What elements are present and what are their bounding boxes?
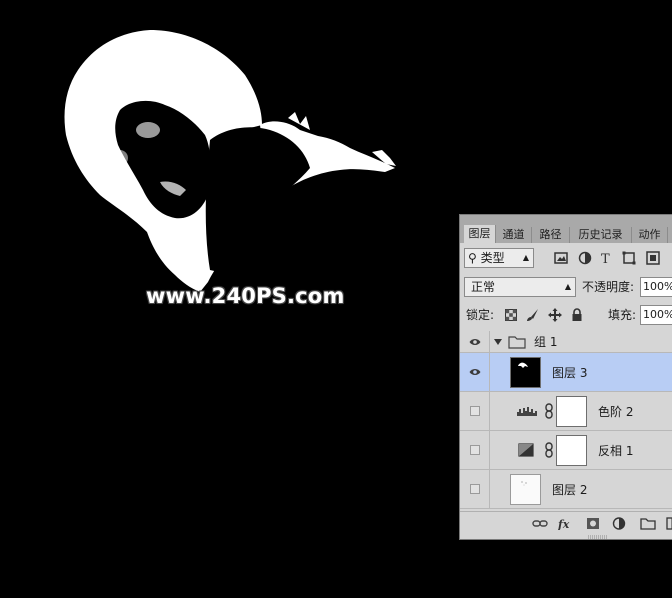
hidden-visibility-box[interactable] — [470, 445, 480, 455]
layer-row-levels-2[interactable]: 色阶 2 — [460, 392, 672, 431]
lock-transparent-icon[interactable] — [504, 308, 518, 322]
fill-input[interactable]: 100% — [640, 305, 672, 325]
lock-move-icon[interactable] — [548, 308, 562, 322]
layer-name: 色阶 2 — [598, 405, 634, 419]
svg-text:T: T — [601, 252, 610, 265]
resize-grip-icon[interactable] — [588, 535, 608, 539]
link-layers-icon[interactable] — [532, 517, 548, 530]
thumbnail-silhouette — [518, 362, 528, 368]
layer-thumbnail — [510, 474, 541, 505]
opacity-label: 不透明度: — [582, 280, 635, 294]
new-layer-icon[interactable] — [666, 517, 672, 530]
new-adjustment-icon[interactable] — [612, 517, 626, 530]
watermark-text: www.240PS.com — [146, 284, 345, 308]
chevron-updown-icon: ▲ — [564, 282, 571, 291]
type-filter-icon[interactable]: T — [600, 251, 614, 265]
blend-row: 正常 ▲ 不透明度: 100% — [460, 275, 672, 301]
fx-icon[interactable]: fx — [558, 517, 574, 530]
visibility-cell[interactable] — [460, 353, 490, 391]
panel-tabs: 图层 通道 路径 历史记录 动作 — [460, 215, 672, 243]
layer-row-group-1[interactable]: 组 1 — [460, 331, 672, 353]
opacity-input[interactable]: 100% — [640, 277, 672, 297]
smart-object-filter-icon[interactable] — [646, 251, 660, 265]
adjustment-filter-icon[interactable] — [578, 251, 592, 265]
tab-channels[interactable]: 通道 — [496, 227, 532, 243]
eye-icon[interactable] — [469, 367, 481, 377]
lock-all-icon[interactable] — [570, 308, 584, 322]
layer-mask-thumbnail[interactable] — [556, 435, 587, 466]
layer-mask-thumbnail[interactable] — [556, 396, 587, 427]
folder-icon — [508, 336, 526, 349]
blend-mode-value: 正常 — [471, 280, 496, 294]
add-mask-icon[interactable] — [586, 517, 600, 530]
visibility-cell[interactable] — [460, 470, 490, 508]
lock-paint-icon[interactable] — [526, 308, 540, 322]
tab-history[interactable]: 历史记录 — [570, 227, 632, 243]
layer-name: 图层 3 — [552, 366, 588, 380]
tab-actions[interactable]: 动作 — [632, 227, 668, 243]
panel-bottom-toolbar: fx — [460, 511, 672, 534]
disclosure-triangle-icon[interactable] — [494, 338, 502, 346]
hidden-visibility-box[interactable] — [470, 484, 480, 494]
filter-row: ⚲ 类型 ▲ T — [460, 245, 672, 273]
hidden-visibility-box[interactable] — [470, 406, 480, 416]
invert-adjustment-icon — [518, 443, 534, 457]
layer-row-layer-3[interactable]: 图层 3 — [460, 353, 672, 392]
layer-name: 反相 1 — [598, 444, 634, 458]
new-group-icon[interactable] — [640, 517, 656, 530]
mask-link-icon[interactable] — [544, 442, 554, 458]
layer-row-layer-2[interactable]: 图层 2 — [460, 470, 672, 509]
layer-thumbnail — [510, 357, 541, 388]
svg-text:fx: fx — [558, 518, 570, 530]
chevron-updown-icon: ▲ — [522, 253, 529, 262]
mask-link-icon[interactable] — [544, 403, 554, 419]
thumbnail-speckles — [521, 481, 527, 486]
layer-name: 图层 2 — [552, 483, 588, 497]
shape-filter-icon[interactable] — [622, 251, 636, 265]
tab-layers[interactable]: 图层 — [464, 225, 496, 243]
eye-icon[interactable] — [469, 337, 481, 347]
filter-kind-select[interactable]: ⚲ 类型 ▲ — [464, 248, 534, 268]
levels-adjustment-icon — [517, 407, 537, 416]
layer-name: 组 1 — [534, 335, 558, 349]
fill-label: 填充: — [608, 308, 637, 322]
lock-label: 锁定: — [466, 308, 495, 322]
layers-list: 组 1 图层 3 色阶 2 反相 1 图层 2 — [460, 331, 672, 509]
visibility-cell[interactable] — [460, 431, 490, 469]
filter-kind-value: 类型 — [480, 251, 505, 265]
search-icon: ⚲ — [468, 251, 477, 265]
visibility-cell[interactable] — [460, 392, 490, 430]
lock-row: 锁定: 填充: 100% — [460, 303, 672, 329]
visibility-cell[interactable] — [460, 331, 490, 352]
layers-panel: 图层 通道 路径 历史记录 动作 ⚲ 类型 ▲ T 正常 ▲ 不透明度: 100… — [459, 214, 672, 540]
image-filter-icon[interactable] — [554, 251, 568, 265]
blend-mode-select[interactable]: 正常 ▲ — [464, 277, 576, 297]
tab-paths[interactable]: 路径 — [532, 227, 570, 243]
layer-row-invert-1[interactable]: 反相 1 — [460, 431, 672, 470]
